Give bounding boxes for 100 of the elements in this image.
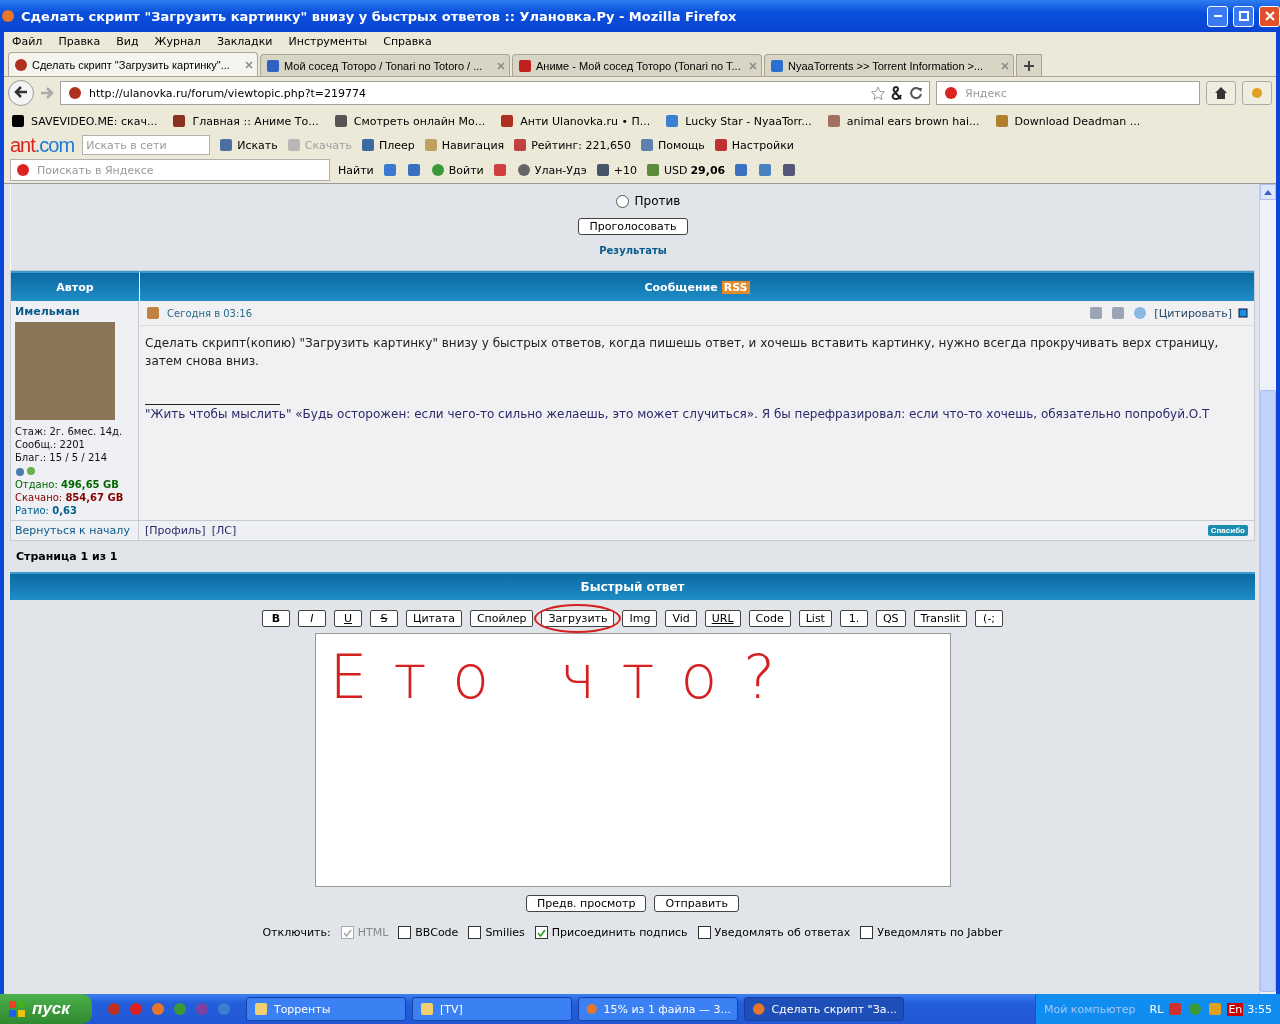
tray-icon [1187, 1001, 1204, 1017]
toolbar-button[interactable]: Навигация [422, 137, 505, 153]
bookmark[interactable]: SAVEVIDEO.ME: скач... [10, 113, 158, 129]
close-icon [1264, 11, 1275, 21]
toolbar-button[interactable]: Настройки [712, 137, 794, 153]
maximize-button[interactable] [1233, 5, 1254, 27]
close-tab-icon[interactable] [1001, 61, 1009, 70]
post-body: Сделать скрипт(копию) "Загрузить картинку" внизу у быстрых ответов, когда пишешь ответ, и хочешь вставить картинку, нужно всегда прокручивать верх страницу, затем снова вниз. [144, 335, 1220, 370]
menu-item[interactable]: Закладки [208, 34, 281, 48]
author-stat: Благ.: 15 / 5 / 214 [15, 452, 108, 463]
menu-item[interactable]: Вид [108, 34, 147, 48]
taskbar-button[interactable]: [TV] [411, 997, 572, 1021]
format-button[interactable]: Vid [665, 610, 697, 627]
ampersand-icon[interactable] [891, 86, 903, 100]
login-button[interactable]: Войти [429, 162, 484, 178]
browser-tab[interactable]: Аниме - Мой сосед Тоторо (Tonari no T... [512, 54, 762, 76]
format-button[interactable]: B [261, 610, 290, 627]
app-icon [171, 1001, 188, 1017]
bookmark[interactable]: Download Deadman ... [993, 113, 1141, 129]
toolbar-button[interactable]: Плеер [359, 137, 415, 153]
tray-icon [1207, 1001, 1224, 1017]
toolbar-button[interactable]: Помощь [638, 137, 705, 153]
format-button[interactable]: 1. [839, 610, 868, 627]
ant-logo: ant.com [10, 133, 75, 157]
currency-rate[interactable]: USD 29,06 [644, 162, 726, 178]
results-link[interactable]: Результаты [599, 245, 667, 256]
app-icon [215, 1001, 232, 1017]
format-button[interactable]: List [798, 610, 832, 627]
format-button[interactable]: Загрузить [541, 610, 615, 627]
toolbar-button[interactable]: Рейтинг: 221,650 [512, 137, 631, 153]
toolbar-button[interactable]: Искать [218, 137, 278, 153]
column-header: Сообщение [644, 280, 718, 294]
menu-item[interactable]: Правка [50, 34, 109, 48]
back-arrow-icon [14, 86, 28, 98]
back-button[interactable] [8, 80, 34, 106]
thanks-button[interactable]: Спасибо [1207, 525, 1248, 536]
transfer-stat: Отдано: 496,65 GB [15, 479, 120, 490]
bookmark[interactable]: Lucky Star - NyaaTorr... [664, 113, 812, 129]
form-button[interactable]: Отправить [654, 895, 739, 912]
scroll-up-button[interactable] [1260, 184, 1276, 200]
close-tab-icon[interactable] [749, 61, 757, 70]
app-icon [127, 1001, 144, 1017]
profile-link[interactable]: [Профиль] [145, 524, 206, 537]
minimize-button[interactable] [1207, 5, 1228, 27]
format-button[interactable]: Цитата [405, 610, 462, 627]
browser-tab[interactable]: NyaaTorrents >> Torrent Information >... [764, 54, 1014, 76]
author-stat: Сообщ.: 2201 [15, 439, 86, 450]
language-indicator[interactable]: En [1227, 1002, 1244, 1016]
format-button[interactable]: Code [748, 610, 791, 627]
browser-tab[interactable]: Мой сосед Тоторо / Tonari no Totoro / ... [260, 54, 510, 76]
format-button[interactable]: QS [875, 610, 906, 627]
browser-tab[interactable]: Сделать скрипт "Загрузить картинку"... [8, 52, 258, 76]
form-button[interactable]: Предв. просмотр [526, 895, 647, 912]
close-button[interactable] [1259, 5, 1280, 27]
close-tab-icon[interactable] [245, 60, 253, 69]
format-button[interactable]: (-; [975, 610, 1004, 627]
taskbar-button[interactable]: 15% из 1 файла — 3... [577, 997, 738, 1021]
new-tab-button[interactable] [1016, 54, 1042, 76]
reply-textarea[interactable]: Ето что? [314, 633, 951, 887]
format-button[interactable]: URL [704, 610, 741, 627]
address-bar[interactable]: http://ulanovka.ru/forum/viewtopic.php?t=219774 [60, 81, 930, 105]
temperature[interactable]: +10 [594, 162, 637, 178]
vote-button[interactable]: Проголосовать [578, 218, 688, 235]
up-caret-icon [1264, 190, 1272, 195]
menu-item[interactable]: Инструменты [280, 34, 376, 48]
format-button[interactable]: Img [622, 610, 658, 627]
taskbar-button[interactable]: Торренты [245, 997, 406, 1021]
format-button[interactable]: I [297, 610, 326, 627]
taskbar-button[interactable]: Сделать скрипт "За... [743, 997, 904, 1021]
post-date: Сегодня в 03:16 [167, 307, 253, 319]
poll-option[interactable]: Против [615, 194, 681, 208]
checkmark-icon [342, 928, 352, 937]
app-icon [105, 1001, 122, 1017]
format-button[interactable]: U [333, 610, 362, 627]
bookmark[interactable]: Главная :: Аниме То... [171, 113, 319, 129]
option-checkbox[interactable]: BBCode [398, 926, 459, 939]
format-button[interactable]: Спойлер [469, 610, 534, 627]
scrollbar-thumb[interactable] [1260, 390, 1276, 992]
close-tab-icon[interactable] [497, 61, 505, 70]
option-checkbox[interactable]: Smilies [468, 926, 525, 939]
author-name[interactable]: Имельман [15, 305, 134, 318]
pm-link[interactable]: [ЛС] [211, 524, 237, 537]
bookmark[interactable]: Анти Ulanovka.ru • П... [499, 113, 651, 129]
bookmark[interactable]: Смотреть онлайн Мо... [332, 113, 486, 129]
menu-item[interactable]: Справка [375, 34, 440, 48]
app-icon [149, 1001, 166, 1017]
minimize-icon [1213, 15, 1222, 17]
weather-city[interactable]: Улан-Удэ [515, 162, 587, 178]
option-checkbox[interactable]: Уведомлять по Jabber [860, 926, 1003, 939]
quote-link[interactable]: [Цитировать] [1154, 306, 1232, 320]
find-button[interactable]: Найти [338, 163, 374, 177]
option-checkbox[interactable]: Присоединить подпись [534, 926, 688, 939]
menu-item[interactable]: Журнал [146, 34, 209, 48]
bookmark[interactable]: animal ears brown hai... [825, 113, 980, 129]
reload-icon[interactable] [909, 86, 923, 100]
format-button[interactable]: Translit [913, 610, 968, 627]
format-button[interactable]: S [369, 610, 398, 627]
option-checkbox[interactable]: Уведомлять об ответах [697, 926, 851, 939]
home-button[interactable] [1206, 81, 1236, 105]
menu-item[interactable]: Файл [4, 34, 51, 48]
